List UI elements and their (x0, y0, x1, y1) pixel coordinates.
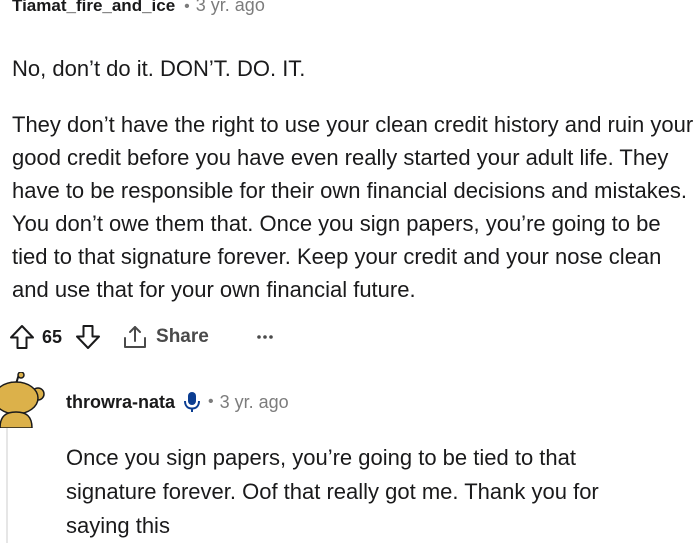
reply-body: Once you sign papers, you’re going to be… (66, 441, 666, 543)
snoo-avatar-icon (0, 371, 45, 429)
reply-header: throwra-nata • 3 yr. ago (66, 389, 289, 415)
comment-paragraph: No, don’t do it. DON’T. DO. IT. (12, 56, 306, 81)
comment-author-link[interactable]: Tiamat_fire_and_ice (12, 0, 175, 17)
share-label: Share (156, 326, 209, 347)
meta-separator: • (208, 393, 214, 410)
comment-header: Tiamat_fire_and_ice • 3 yr. ago (12, 0, 265, 18)
comment-timestamp[interactable]: 3 yr. ago (196, 0, 265, 16)
meta-separator: • (184, 0, 190, 15)
avatar[interactable] (0, 371, 46, 429)
arrow-up-outline-icon (10, 325, 34, 349)
vote-score: 65 (42, 326, 63, 347)
comment-action-bar: 65 Share (6, 319, 277, 355)
downvote-button[interactable] (72, 321, 104, 353)
comment-body: No, don’t do it. DON’T. DO. IT. They don… (12, 52, 698, 306)
reply-timestamp[interactable]: 3 yr. ago (220, 389, 289, 415)
microphone-icon (183, 391, 201, 413)
upvote-button[interactable] (6, 321, 38, 353)
thread-line[interactable] (6, 424, 8, 543)
more-options-button[interactable] (253, 325, 277, 349)
arrow-down-outline-icon (76, 325, 101, 349)
reply-author-link[interactable]: throwra-nata (66, 389, 175, 415)
share-button[interactable]: Share (122, 324, 209, 350)
comment-paragraph: They don’t have the right to use your cl… (12, 112, 694, 302)
ellipsis-icon (257, 335, 273, 339)
share-upload-icon (124, 326, 147, 348)
reply-paragraph: Once you sign papers, you’re going to be… (66, 445, 599, 538)
comment-thread: Tiamat_fire_and_ice • 3 yr. ago No, don’… (0, 0, 700, 543)
